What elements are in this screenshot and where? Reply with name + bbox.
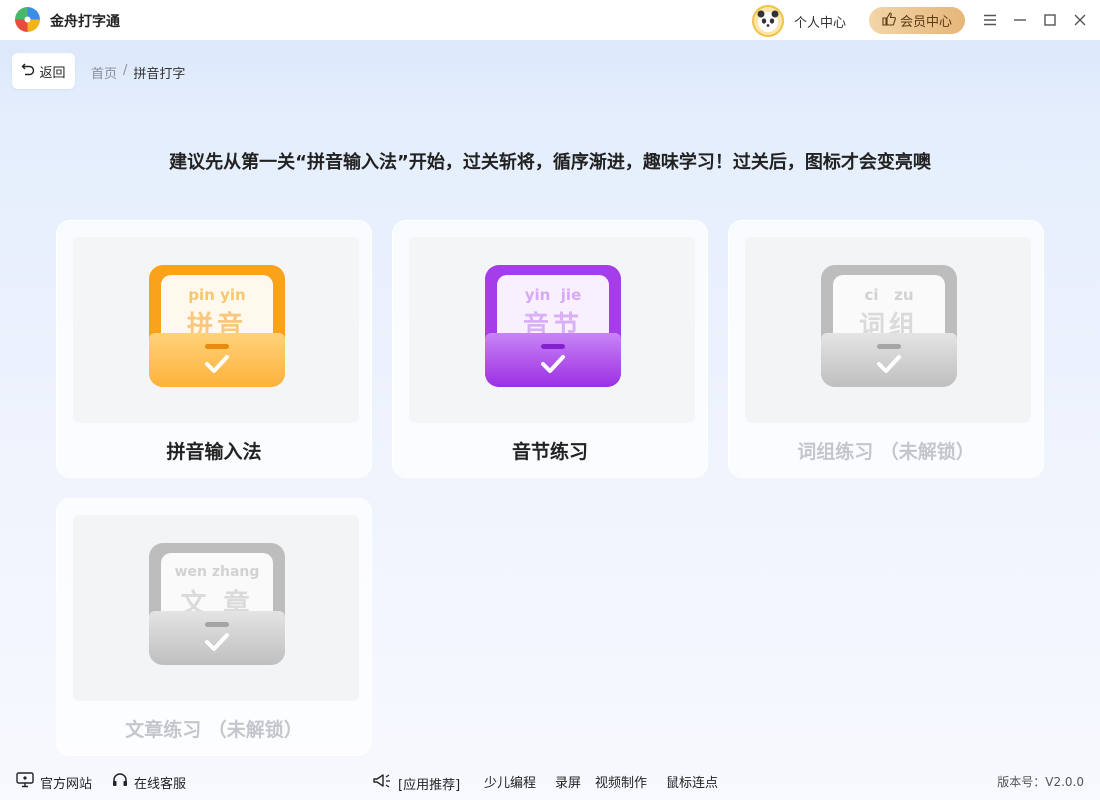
breadcrumb-separator: / — [123, 63, 128, 78]
card-image-area: wen zhang 文 章 — [73, 515, 359, 701]
version-label: 版本号：V2.0.0 — [997, 775, 1084, 789]
icon-pinyin-text: ci zu — [864, 286, 914, 304]
card-image-area: pin yin 拼音 — [73, 237, 359, 423]
megaphone-icon — [372, 772, 392, 794]
icon-pinyin-text: pin yin — [188, 286, 246, 304]
icon-tray — [485, 333, 621, 387]
icon-tray — [149, 333, 285, 387]
article-lesson-icon: wen zhang 文 章 — [149, 543, 285, 665]
online-service-label: 在线客服 — [134, 776, 187, 792]
member-center-label: 会员中心 — [899, 15, 952, 30]
instruction-hint: 建议先从第一关“拼音输入法”开始，过关斩将，循序渐进，趣味学习！过关后，图标才会… — [169, 152, 931, 173]
card-pinyin-input[interactable]: pin yin 拼音 拼音输入法 — [56, 220, 372, 478]
pinwheel-logo-icon — [13, 5, 42, 34]
personal-center-link[interactable]: 个人中心 — [794, 12, 846, 31]
syllable-lesson-icon: yin jie 音节 — [485, 265, 621, 387]
title-bar: 金舟打字通 个人中心 会员中心 — [0, 0, 1100, 40]
checkmark-icon — [877, 355, 901, 373]
icon-tray — [821, 333, 957, 387]
card-label: 音节练习 — [511, 441, 588, 463]
card-article-practice[interactable]: wen zhang 文 章 文章练习 （未解锁） — [56, 498, 372, 756]
icon-slot — [205, 344, 229, 349]
member-center-button[interactable]: 会员中心 — [869, 7, 965, 34]
back-label: 返回 — [39, 65, 66, 81]
card-label: 拼音输入法 — [166, 441, 262, 463]
icon-pinyin-text: wen zhang — [174, 564, 260, 580]
icon-slot — [205, 622, 229, 627]
link-video-maker[interactable]: 视频制作 — [595, 772, 647, 791]
breadcrumb: 首页 / 拼音打字 — [91, 63, 185, 82]
icon-tray — [149, 611, 285, 665]
icon-slot — [877, 344, 901, 349]
phrase-lesson-icon: ci zu 词组 — [821, 265, 957, 387]
pinyin-lesson-icon: pin yin 拼音 — [149, 265, 285, 387]
checkmark-icon — [205, 355, 229, 373]
online-service-link[interactable]: 在线客服 — [112, 772, 186, 792]
app-recommend-label: [应用推荐] — [398, 777, 461, 793]
card-phrase-practice[interactable]: ci zu 词组 词组练习 （未解锁） — [728, 220, 1044, 478]
card-label: 词组练习 （未解锁） — [797, 441, 975, 463]
undo-arrow-icon — [21, 62, 35, 80]
card-image-area: ci zu 词组 — [745, 237, 1031, 423]
minimize-icon[interactable] — [1010, 10, 1030, 30]
monitor-icon — [16, 772, 34, 792]
link-screen-record[interactable]: 录屏 — [555, 772, 581, 791]
breadcrumb-current: 拼音打字 — [133, 67, 186, 82]
official-site-link[interactable]: 官方网站 — [16, 772, 92, 792]
thumbs-up-icon — [882, 11, 896, 30]
app-title: 金舟打字通 — [50, 14, 120, 30]
panda-avatar-icon[interactable] — [752, 5, 784, 37]
checkmark-icon — [541, 355, 565, 373]
card-label: 文章练习 （未解锁） — [125, 719, 303, 741]
icon-slot — [541, 344, 565, 349]
breadcrumb-home[interactable]: 首页 — [91, 63, 117, 82]
link-auto-clicker[interactable]: 鼠标连点 — [666, 772, 718, 791]
official-site-label: 官方网站 — [40, 776, 93, 792]
close-icon[interactable] — [1070, 10, 1090, 30]
checkmark-icon — [205, 633, 229, 651]
back-button[interactable]: 返回 — [12, 53, 75, 89]
link-kids-programming[interactable]: 少儿编程 — [484, 772, 536, 791]
maximize-icon[interactable] — [1040, 10, 1060, 30]
footer: 官方网站 在线客服 [应用推荐] 少儿编程 录屏 视频制作 鼠标连点 版本号：V… — [0, 760, 1100, 800]
app-recommend: [应用推荐] — [372, 772, 460, 794]
card-syllable-practice[interactable]: yin jie 音节 音节练习 — [392, 220, 708, 478]
icon-pinyin-text: yin jie — [524, 286, 582, 304]
card-image-area: yin jie 音节 — [409, 237, 695, 423]
headset-icon — [112, 772, 128, 792]
menu-icon[interactable] — [980, 10, 1000, 30]
